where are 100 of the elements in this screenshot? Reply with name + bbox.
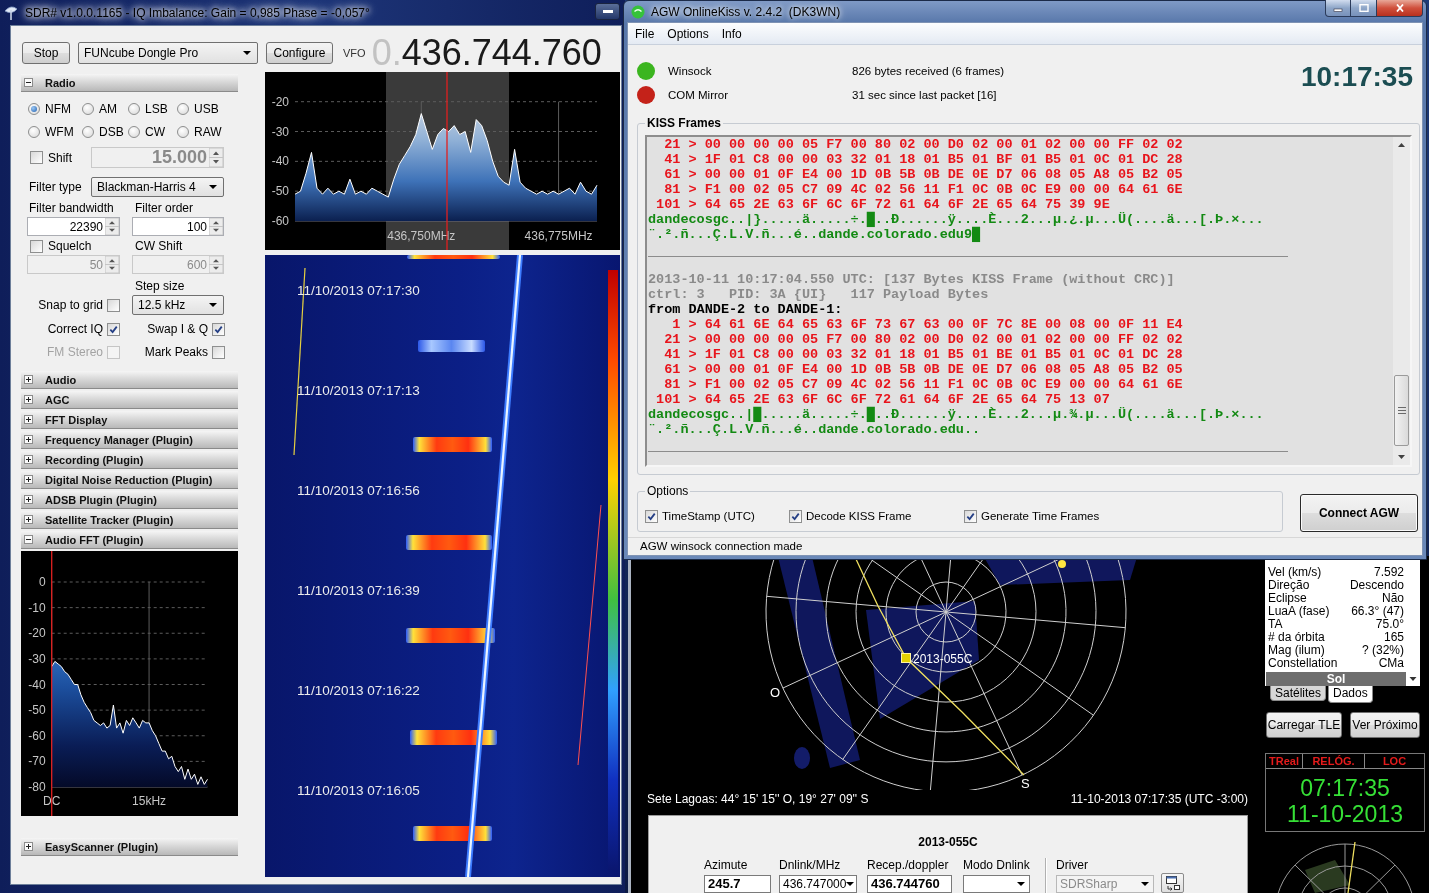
group-label: KISS Frames [646,116,723,130]
radio-button[interactable] [177,102,189,115]
frame-line: 101 > 64 65 2E 63 6F 6C 6F 72 61 64 6F 2E 65 64 75 39 9E [656,197,1110,212]
menu-item[interactable]: Options [661,26,715,41]
frame-line: 1 > 64 61 6E 64 65 63 6F 73 67 63 00 0F 7C 8E 00 08 00 0F 11 E4 [671,317,1183,332]
radio-button[interactable] [28,125,40,138]
close-button[interactable] [1377,0,1423,17]
radio-button[interactable] [82,125,94,138]
datetime-text: 11-10-2013 07:17:35 (UTC -3:00) [1070,791,1248,808]
checkmark-icon [647,511,656,521]
action-button[interactable]: Carregar TLE [1266,712,1342,738]
axis-tick-label: 15kHz [132,794,167,808]
driver-config-button[interactable] [1161,873,1184,893]
radio-button[interactable] [28,102,40,115]
checkbox-label: TimeStamp (UTC) [662,510,755,522]
mode-label: RAW [194,124,222,139]
spinner-arrows-icon [209,148,223,167]
radio-button[interactable] [177,125,189,138]
frame-line: dandecosgc..|}.....ä.....÷.█..Ð......ÿ....È...2...µ.¿.µ...Ü(....ä...[.Þ.×... [648,212,1264,227]
frequency-display[interactable]: 436.744.760 [401,38,602,68]
scrollbar-thumb[interactable] [1394,375,1409,446]
panel-header[interactable]: FFT Display [21,411,238,429]
signal-burst [418,340,485,352]
number-field[interactable]: 100 [132,217,224,236]
checkmark-icon [966,511,975,521]
frame-line: 21 > 00 00 00 00 05 F7 00 80 02 00 D0 02 00 01 02 00 00 FF 02 02 [663,332,1183,347]
panel-header[interactable]: Audio [21,371,238,389]
checkbox-label: Generate Time Frames [981,510,1100,522]
panel-header[interactable]: AGC [21,391,238,409]
checkbox[interactable] [107,322,120,336]
frame-line: ¨.².ñ...Ç.L.V.ñ...é..dande.colorado.edu.. [648,422,981,437]
status-bar: AGW winsock connection made [628,537,1422,555]
text-field[interactable]: 436.744760 [867,875,952,893]
radio-button[interactable] [128,102,140,115]
panel-header[interactable]: Frequency Manager (Plugin) [21,431,238,449]
window-title: AGW OnlineKiss v. 2.4.2 (DK3WN) [651,4,841,19]
minimize-button[interactable] [595,2,620,20]
maximize-button[interactable] [1351,0,1377,17]
minimize-button[interactable] [1325,0,1351,17]
dropdown[interactable] [963,875,1030,893]
checkmark-icon [109,324,118,334]
checkbox-label: FM Stereo [47,345,103,359]
configure-button[interactable]: Configure [266,42,333,64]
pass-title: 2013-055C [917,834,979,849]
frame-line: 61 > 00 00 01 0F E4 00 1D 0B 5B 0B DE 0E D7 06 08 05 A8 05 B2 05 [663,167,1183,182]
checkbox[interactable] [107,298,120,312]
status-label: COM Mirror [668,89,730,101]
checkbox[interactable] [212,345,225,359]
connect-button[interactable]: Connect AGW [1300,494,1418,532]
window-title: SDR# v1.0.0.1165 - IQ Imbalance: Gain = 0,985 Phase = -0,057° [25,5,370,20]
vertical-scrollbar[interactable] [1393,137,1410,465]
compass-label: O [770,685,781,700]
panel-header[interactable]: EasyScanner (Plugin) [21,838,238,856]
mode-label: NFM [45,101,71,116]
caret-icon [1017,882,1025,886]
panel-header[interactable]: Recording (Plugin) [21,451,238,469]
checkbox-label: Shift [48,150,72,165]
panel-header[interactable]: Digital Noise Reduction (Plugin) [21,471,238,489]
text-field[interactable]: 245.7 [704,875,771,893]
mode-label: DSB [99,124,124,139]
field-label: Modo Dnlink [963,858,1030,872]
number-field[interactable]: 22390 [27,217,120,236]
data-value: CMa [1378,657,1404,670]
data-value: 165 [1383,631,1404,644]
action-button[interactable]: Ver Próximo [1350,712,1420,738]
checkbox[interactable] [789,509,802,523]
dropdown[interactable]: Blackman-Harris 4 [91,177,224,197]
panel-header[interactable]: Satellite Tracker (Plugin) [21,511,238,529]
field-label: Filter order [135,201,193,215]
dropdown[interactable]: FUNcube Dongle Pro [78,42,258,64]
compass-label: S [1021,776,1030,790]
stop-button[interactable]: Stop [22,42,70,64]
frame-line: 21 > 00 00 00 00 05 F7 00 80 02 00 D0 02 00 01 02 00 00 FF 02 02 [663,137,1183,152]
dropdown[interactable]: 12.5 kHz [132,295,224,315]
checkbox[interactable] [212,322,225,336]
checkbox-label: Swap I & Q [147,322,208,336]
tab[interactable]: Dados [1328,686,1373,703]
axis-tick-label: 0 [39,575,46,589]
caret-icon [209,303,217,307]
tab[interactable]: Satélites [1270,686,1327,701]
field-label: Driver [1056,858,1089,872]
dropdown[interactable]: 436.747000 [779,875,857,893]
clock-mode-label: TReal [1266,754,1303,769]
menu-item[interactable]: Info [715,26,748,41]
panel-header[interactable]: Radio [21,74,238,92]
checkmark-icon [791,511,800,521]
panel-header[interactable]: Audio FFT (Plugin) [21,531,238,549]
axis-tick-label: -30 [28,651,46,666]
frame-line: 41 > 1F 01 C8 00 00 03 32 01 18 01 B5 01 BE 01 B5 01 0C 01 DC 28 [663,347,1183,362]
checkbox-label: Squelch [48,239,92,253]
radio-button[interactable] [128,125,140,138]
checkbox[interactable] [645,509,658,523]
close-icon [1394,4,1405,12]
radio-button[interactable] [82,102,94,115]
spinner-arrows-icon [105,218,119,235]
panel-header[interactable]: ADSB Plugin (Plugin) [21,491,238,509]
checkbox[interactable] [964,509,977,523]
axis-tick-label: -40 [28,677,46,692]
axis-tick-label: 436,775MHz [524,229,593,243]
menu-item[interactable]: File [629,26,661,41]
